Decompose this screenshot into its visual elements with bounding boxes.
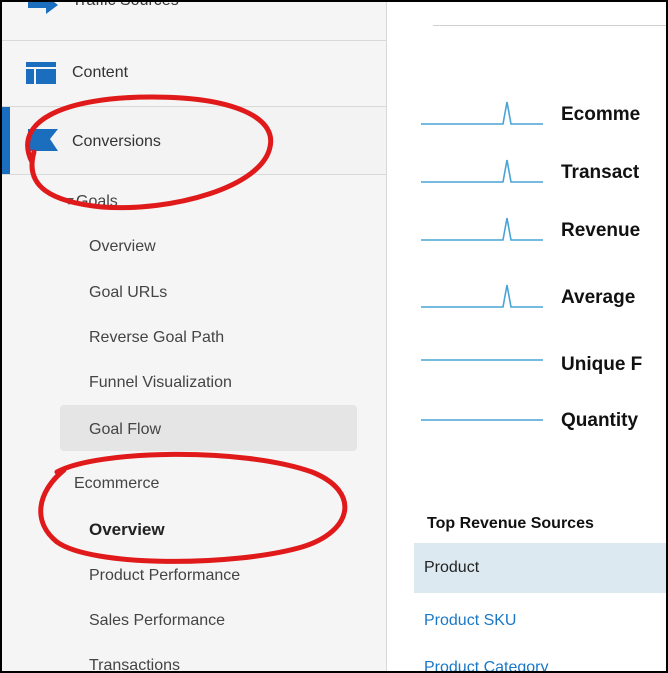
metric-unique[interactable]: Unique F [387, 344, 666, 384]
revenue-source-product-category[interactable]: Product Category [424, 659, 549, 671]
metric-quantity[interactable]: Quantity [387, 400, 666, 440]
sidebar-item-label: Content [72, 64, 129, 81]
sidebar-item-goals-overview[interactable]: Overview [89, 238, 156, 256]
divider [2, 40, 386, 41]
sidebar-item-reverse-goal-path[interactable]: Reverse Goal Path [89, 329, 224, 347]
sparkline [421, 419, 543, 421]
metric-label: Average [561, 287, 636, 308]
sparkline [421, 284, 543, 308]
sidebar-item-label: Traffic Sources [72, 0, 179, 9]
top-revenue-sources-title: Top Revenue Sources [427, 515, 594, 532]
metric-transactions[interactable]: Transact [387, 152, 666, 192]
sidebar-item-transactions[interactable]: Transactions [89, 657, 180, 671]
metric-average[interactable]: Average [387, 277, 666, 317]
sparkline [421, 101, 543, 125]
sidebar-item-funnel-visualization[interactable]: Funnel Visualization [89, 374, 232, 392]
sidebar-item-product-performance[interactable]: Product Performance [89, 567, 240, 585]
sparkline [421, 359, 543, 361]
row-label: Product [424, 559, 480, 576]
divider [433, 25, 666, 26]
content-icon [26, 62, 56, 89]
active-indicator [2, 107, 10, 174]
goals-label: Goals [76, 193, 118, 210]
sparkline [421, 217, 543, 241]
sidebar-item-goal-flow[interactable]: Goal Flow [89, 421, 161, 439]
sparkline [421, 159, 543, 183]
metric-label: Revenue [561, 220, 641, 241]
sidebar: Traffic Sources Content Conversions Goal… [2, 2, 387, 671]
sidebar-group-ecommerce[interactable]: Ecommerce [74, 475, 159, 493]
main-panel: Ecomme Transact Revenue Average Unique F [387, 2, 666, 671]
sidebar-item-sales-performance[interactable]: Sales Performance [89, 612, 225, 630]
metric-label: Unique F [561, 354, 643, 375]
metric-label: Quantity [561, 410, 639, 431]
metric-label: Ecomme [561, 104, 641, 125]
triangle-down-icon [64, 198, 74, 206]
flag-icon [26, 127, 62, 158]
sidebar-item-traffic-sources[interactable]: Traffic Sources [2, 0, 386, 19]
sidebar-item-conversions[interactable]: Conversions [2, 107, 386, 174]
sidebar-item-content[interactable]: Content [2, 42, 386, 106]
metric-label: Transact [561, 162, 640, 183]
app-window: Traffic Sources Content Conversions Goal… [0, 0, 668, 673]
sidebar-group-goals[interactable]: Goals [64, 193, 118, 211]
sidebar-item-goal-urls[interactable]: Goal URLs [89, 284, 167, 302]
traffic-sources-icon [26, 2, 60, 19]
divider [2, 174, 386, 175]
sidebar-item-label: Conversions [72, 133, 161, 150]
metric-revenue[interactable]: Revenue [387, 210, 666, 250]
revenue-source-product[interactable]: Product [414, 543, 666, 593]
sidebar-item-ecommerce-overview[interactable]: Overview [89, 520, 165, 540]
metric-ecommerce[interactable]: Ecomme [387, 94, 666, 134]
revenue-source-product-sku[interactable]: Product SKU [424, 612, 516, 630]
